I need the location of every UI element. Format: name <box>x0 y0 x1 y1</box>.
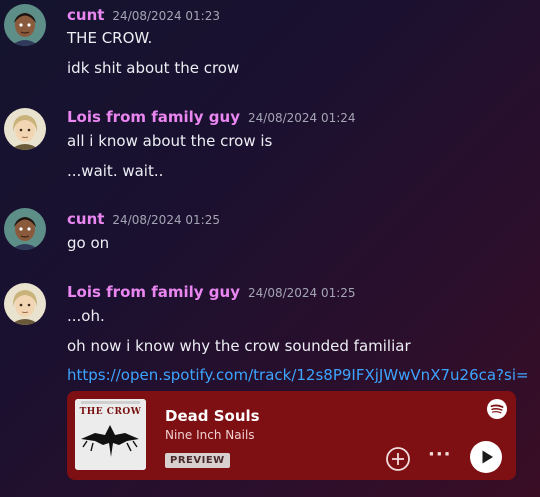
message-header: cunt 24/08/2024 01:23 <box>67 5 220 24</box>
avatar-image <box>4 283 46 325</box>
message-text: all i know about the crow is <box>67 132 273 150</box>
message-header: Lois from family guy 24/08/2024 01:25 <box>67 282 356 301</box>
username[interactable]: Lois from family guy <box>67 108 240 126</box>
timestamp: 24/08/2024 01:25 <box>112 213 220 227</box>
username[interactable]: Lois from family guy <box>67 283 240 301</box>
message-text: ...oh. <box>67 307 105 325</box>
message-text: go on <box>67 234 110 252</box>
username[interactable]: cunt <box>67 210 104 228</box>
avatar[interactable] <box>4 4 46 46</box>
message-text: THE CROW. <box>67 29 153 47</box>
message-text: ...wait. wait.. <box>67 162 164 180</box>
timestamp: 24/08/2024 01:24 <box>248 111 356 125</box>
avatar[interactable] <box>4 208 46 250</box>
avatar[interactable] <box>4 108 46 150</box>
message-header: cunt 24/08/2024 01:25 <box>67 209 220 228</box>
avatar-image <box>4 108 46 150</box>
avatar[interactable] <box>4 283 46 325</box>
artist-name[interactable]: Nine Inch Nails <box>165 428 255 442</box>
album-title-text: THE CROW <box>79 407 142 417</box>
more-options-button[interactable]: ··· <box>428 444 452 465</box>
album-cover[interactable]: THE CROW <box>75 399 146 470</box>
message-header: Lois from family guy 24/08/2024 01:24 <box>67 107 356 126</box>
spotify-link[interactable]: https://open.spotify.com/track/12s8P9IFX… <box>67 366 529 384</box>
play-icon[interactable] <box>470 441 502 473</box>
message-text: oh now i know why the crow sounded famil… <box>67 337 411 355</box>
message-text: idk shit about the crow <box>67 59 240 77</box>
song-title[interactable]: Dead Souls <box>165 407 260 425</box>
username[interactable]: cunt <box>67 6 104 24</box>
avatar-image <box>4 4 46 46</box>
preview-badge: PREVIEW <box>165 453 230 468</box>
timestamp: 24/08/2024 01:25 <box>248 286 356 300</box>
timestamp: 24/08/2024 01:23 <box>112 9 220 23</box>
add-to-library-icon[interactable] <box>385 446 411 472</box>
spotify-icon[interactable] <box>487 399 507 419</box>
spotify-embed[interactable]: THE CROW Dead Souls Nine Inch Nails PREV… <box>67 391 516 480</box>
avatar-image <box>4 208 46 250</box>
